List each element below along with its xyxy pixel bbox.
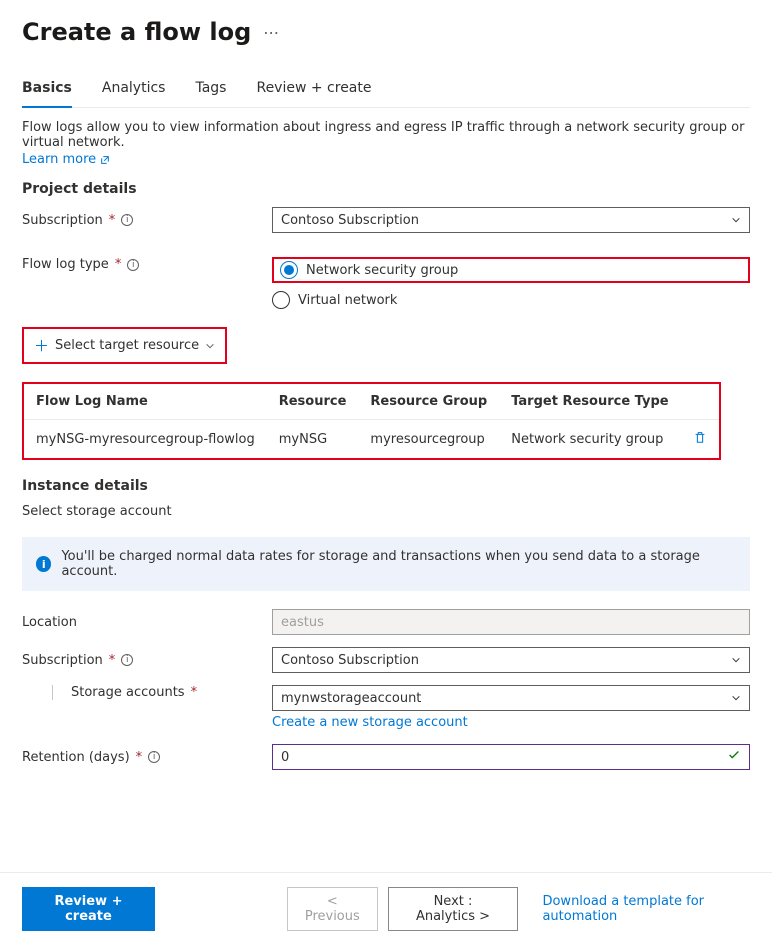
info-icon[interactable]: i xyxy=(121,654,133,666)
subscription-label: Subscription xyxy=(22,213,103,228)
cell-group: myresourcegroup xyxy=(358,420,499,459)
previous-button[interactable]: < Previous xyxy=(287,887,377,931)
retention-input[interactable]: 0 xyxy=(272,744,750,770)
valid-check-icon xyxy=(727,748,741,766)
banner-text: You'll be charged normal data rates for … xyxy=(61,549,736,579)
storage-account-select[interactable]: mynwstorageaccount xyxy=(272,685,750,711)
highlight-select-target: ＋ Select target resource xyxy=(22,327,227,364)
flow-log-type-label: Flow log type xyxy=(22,257,109,272)
more-actions-icon[interactable]: ⋯ xyxy=(263,23,279,42)
required-marker: * xyxy=(109,213,116,228)
col-resource: Resource xyxy=(267,384,359,420)
storage-account-value: mynwstorageaccount xyxy=(281,691,421,706)
review-create-button[interactable]: Review + create xyxy=(22,887,155,931)
location-label: Location xyxy=(22,615,77,630)
plus-icon: ＋ xyxy=(34,335,49,356)
radio-vnet[interactable]: Virtual network xyxy=(272,291,750,309)
cell-name: myNSG-myresourcegroup-flowlog xyxy=(24,420,267,459)
wizard-footer: Review + create < Previous Next : Analyt… xyxy=(0,872,772,945)
retention-label: Retention (days) xyxy=(22,750,130,765)
radio-icon xyxy=(272,291,290,309)
cell-resource: myNSG xyxy=(267,420,359,459)
select-target-resource-button[interactable]: ＋ Select target resource xyxy=(24,329,225,362)
delete-row-icon[interactable] xyxy=(693,433,707,448)
wizard-tabs: Basics Analytics Tags Review + create xyxy=(22,74,750,108)
subscription-label-2: Subscription xyxy=(22,653,103,668)
tab-basics[interactable]: Basics xyxy=(22,74,72,108)
tab-tags[interactable]: Tags xyxy=(195,74,226,107)
select-storage-text: Select storage account xyxy=(22,504,750,519)
retention-value: 0 xyxy=(281,750,289,765)
location-value: eastus xyxy=(281,615,324,630)
required-marker: * xyxy=(109,653,116,668)
external-link-icon xyxy=(100,155,110,165)
create-storage-link[interactable]: Create a new storage account xyxy=(272,715,468,730)
target-resource-table: Flow Log Name Resource Resource Group Ta… xyxy=(24,384,719,458)
col-target-type: Target Resource Type xyxy=(499,384,680,420)
highlight-target-table: Flow Log Name Resource Resource Group Ta… xyxy=(22,382,721,460)
radio-icon xyxy=(280,261,298,279)
info-icon[interactable]: i xyxy=(127,259,139,271)
info-icon: i xyxy=(36,556,51,572)
radio-nsg-label: Network security group xyxy=(306,263,458,278)
table-row: myNSG-myresourcegroup-flowlog myNSG myre… xyxy=(24,420,719,459)
tab-analytics[interactable]: Analytics xyxy=(102,74,166,107)
storage-subscription-select[interactable]: Contoso Subscription xyxy=(272,647,750,673)
highlight-nsg-option: Network security group xyxy=(272,257,750,283)
info-icon[interactable]: i xyxy=(148,751,160,763)
learn-more-label: Learn more xyxy=(22,152,96,167)
chevron-down-icon xyxy=(205,341,215,351)
storage-subscription-value: Contoso Subscription xyxy=(281,653,419,668)
required-marker: * xyxy=(191,685,198,700)
description-text: Flow logs allow you to view information … xyxy=(22,120,750,150)
section-project-details: Project details xyxy=(22,181,750,197)
required-marker: * xyxy=(136,750,143,765)
section-instance-details: Instance details xyxy=(22,478,750,494)
select-target-label: Select target resource xyxy=(55,338,199,353)
next-button[interactable]: Next : Analytics > xyxy=(388,887,519,931)
cell-type: Network security group xyxy=(499,420,680,459)
info-icon[interactable]: i xyxy=(121,214,133,226)
subscription-value: Contoso Subscription xyxy=(281,213,419,228)
location-input: eastus xyxy=(272,609,750,635)
col-flow-log-name: Flow Log Name xyxy=(24,384,267,420)
tab-review-create[interactable]: Review + create xyxy=(256,74,371,107)
chevron-down-icon xyxy=(731,693,741,703)
download-template-link[interactable]: Download a template for automation xyxy=(542,894,750,924)
required-marker: * xyxy=(115,257,122,272)
radio-nsg[interactable]: Network security group xyxy=(280,261,742,279)
storage-charge-banner: i You'll be charged normal data rates fo… xyxy=(22,537,750,591)
chevron-down-icon xyxy=(731,215,741,225)
subscription-select[interactable]: Contoso Subscription xyxy=(272,207,750,233)
learn-more-link[interactable]: Learn more xyxy=(22,152,110,167)
col-resource-group: Resource Group xyxy=(358,384,499,420)
radio-vnet-label: Virtual network xyxy=(298,293,397,308)
page-title: Create a flow log xyxy=(22,18,251,46)
storage-accounts-label: Storage accounts xyxy=(71,685,185,700)
chevron-down-icon xyxy=(731,655,741,665)
